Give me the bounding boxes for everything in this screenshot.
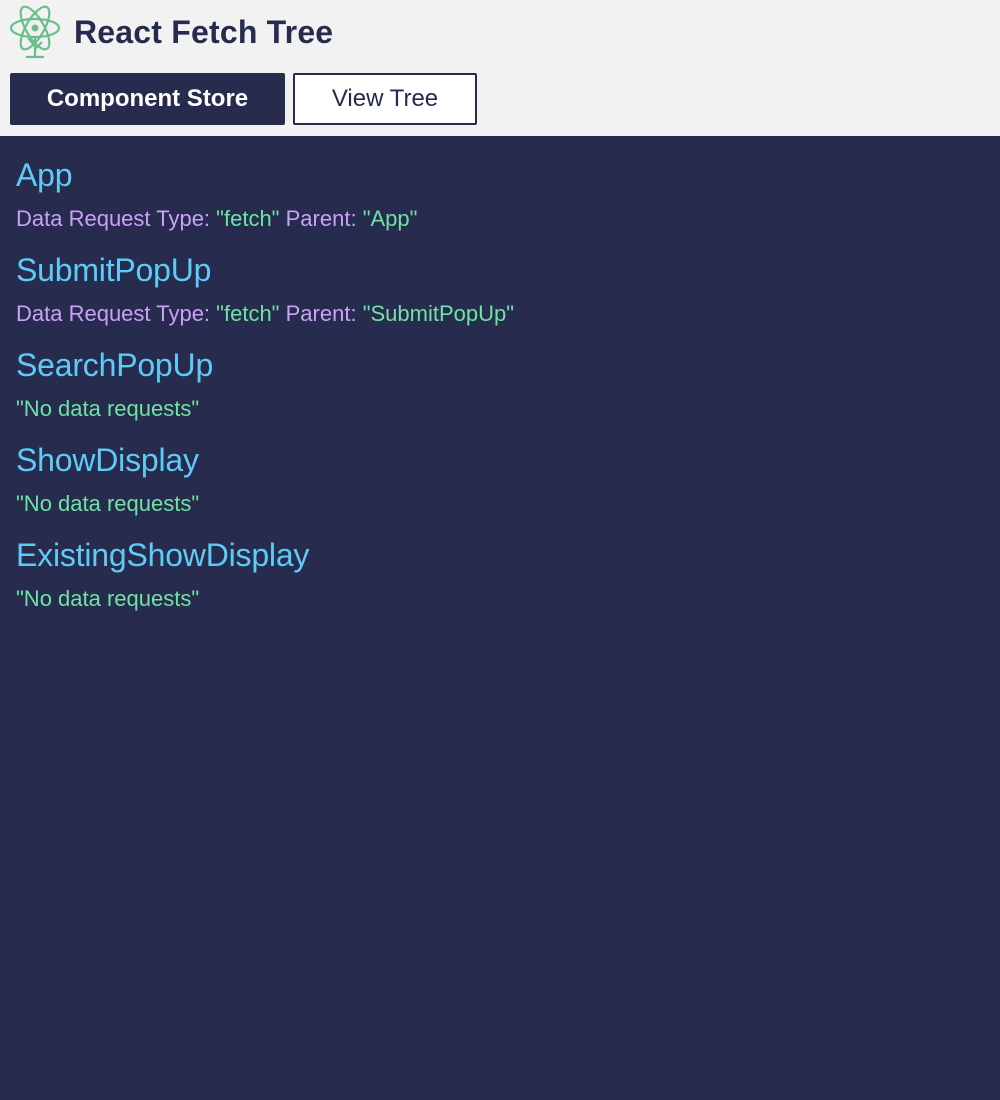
component-detail: "No data requests"	[16, 394, 984, 424]
component-entry: ExistingShowDisplay "No data requests"	[16, 534, 984, 614]
page-title: React Fetch Tree	[74, 13, 334, 50]
app-root: React Fetch Tree Component Store View Tr…	[0, 0, 1000, 1100]
component-name[interactable]: SearchPopUp	[16, 344, 984, 386]
component-store-panel: App Data Request Type: "fetch" Parent: "…	[0, 136, 1000, 1100]
component-name[interactable]: ExistingShowDisplay	[16, 534, 984, 576]
no-requests-text: "No data requests"	[16, 586, 200, 611]
request-type-label: Data Request Type:	[16, 206, 211, 231]
component-detail: Data Request Type: "fetch" Parent: "Subm…	[16, 299, 984, 329]
no-requests-text: "No data requests"	[16, 491, 200, 516]
component-detail: "No data requests"	[16, 584, 984, 614]
component-name[interactable]: ShowDisplay	[16, 439, 984, 481]
component-name[interactable]: App	[16, 154, 984, 196]
nav-tabs: Component Store View Tree	[10, 73, 477, 125]
component-entry: App Data Request Type: "fetch" Parent: "…	[16, 154, 984, 234]
parent-label: Parent:	[285, 301, 357, 326]
parent-label: Parent:	[285, 206, 357, 231]
brand: React Fetch Tree	[8, 4, 333, 60]
component-detail: "No data requests"	[16, 489, 984, 519]
component-entry: SubmitPopUp Data Request Type: "fetch" P…	[16, 249, 984, 329]
request-type-label: Data Request Type:	[16, 301, 211, 326]
request-type-value: "fetch"	[216, 301, 280, 326]
component-entry: ShowDisplay "No data requests"	[16, 439, 984, 519]
component-name[interactable]: SubmitPopUp	[16, 249, 984, 291]
request-type-value: "fetch"	[216, 206, 280, 231]
header: React Fetch Tree Component Store View Tr…	[0, 0, 1000, 136]
no-requests-text: "No data requests"	[16, 396, 200, 421]
parent-value: "App"	[362, 206, 418, 231]
parent-value: "SubmitPopUp"	[362, 301, 515, 326]
component-entry: SearchPopUp "No data requests"	[16, 344, 984, 424]
component-detail: Data Request Type: "fetch" Parent: "App"	[16, 204, 984, 234]
component-store-button[interactable]: Component Store	[10, 73, 285, 125]
view-tree-button[interactable]: View Tree	[293, 73, 477, 125]
react-atom-icon	[9, 5, 61, 59]
